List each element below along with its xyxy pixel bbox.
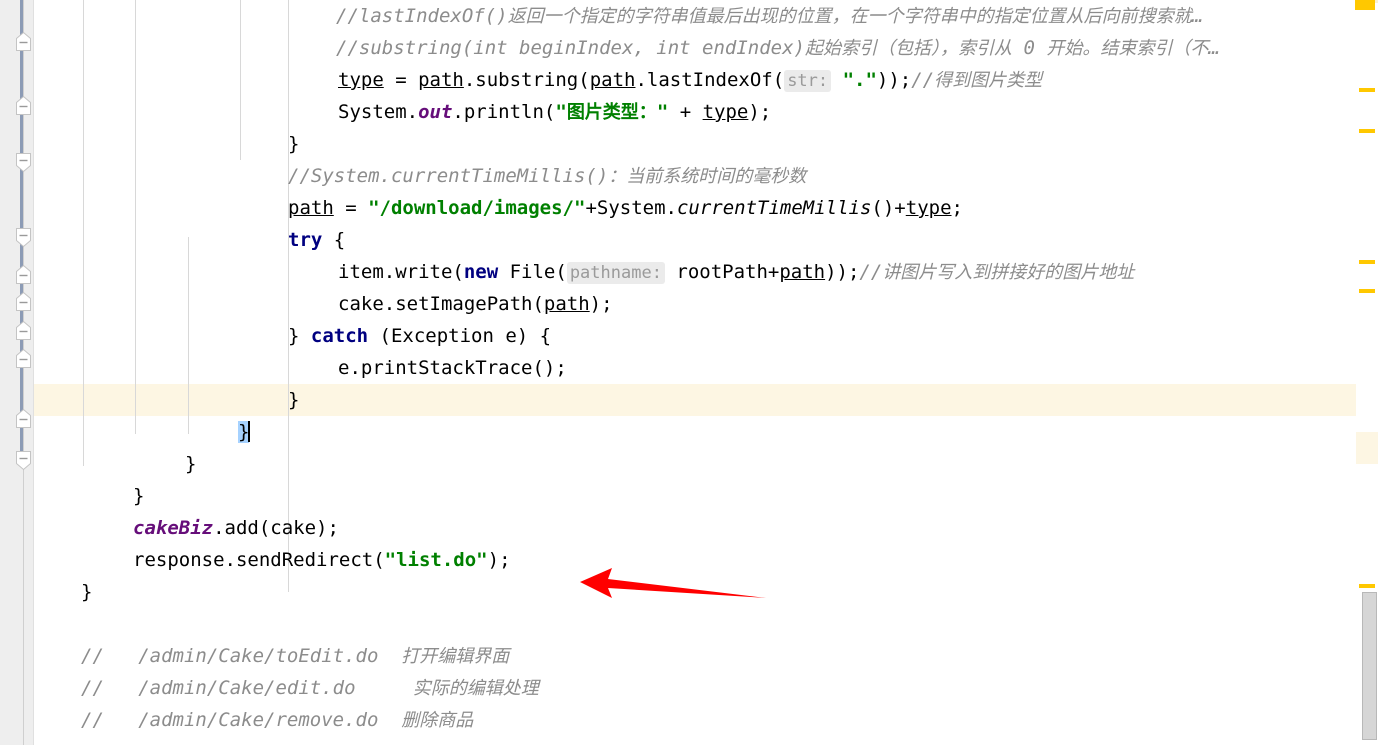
indent-guide-1 <box>83 0 84 466</box>
line-comment-toedit[interactable]: // /admin/Cake/toEdit.do 打开编辑界面 <box>81 640 509 672</box>
line-catch[interactable]: } catch (Exception e) { <box>288 320 551 352</box>
fold-marker-expanded-2[interactable] <box>13 95 34 116</box>
line-close-brace-1[interactable]: } <box>288 128 299 160</box>
fold-marker-expanded-3[interactable] <box>13 264 34 285</box>
line-comment-currenttimemillis[interactable]: //System.currentTimeMillis()：当前系统时间的毫秒数 <box>288 160 806 192</box>
fold-marker-expanded-5[interactable] <box>13 320 34 341</box>
line-close-brace-3[interactable]: } <box>185 448 196 480</box>
indent-guide-3 <box>188 237 189 434</box>
stripe-warning-5[interactable] <box>1359 289 1375 293</box>
parameter-hint: str: <box>784 70 832 92</box>
editor-text-area[interactable]: //lastIndexOf()返回一个指定的字符串值最后出现的位置，在一个字符串… <box>34 0 1356 745</box>
line-sysout-println[interactable]: System.out.println("图片类型：" + type); <box>338 96 771 128</box>
line-close-brace-5[interactable]: } <box>81 576 92 608</box>
line-cakebiz-add[interactable]: cakeBiz.add(cake); <box>133 512 339 544</box>
stripe-warning-2[interactable] <box>1359 88 1375 92</box>
line-comment-substring[interactable]: //substring(int beginIndex, int endIndex… <box>336 32 1220 64</box>
fold-marker-expanded-1[interactable] <box>13 31 34 52</box>
code-editor-window: //lastIndexOf()返回一个指定的字符串值最后出现的位置，在一个字符串… <box>0 0 1378 745</box>
current-line-highlight <box>34 384 1356 416</box>
line-comment-remove[interactable]: // /admin/Cake/remove.do 删除商品 <box>81 704 473 736</box>
fold-marker-collapsed-2[interactable] <box>13 227 34 248</box>
indent-guide-2 <box>135 0 136 434</box>
fold-marker-expanded-4[interactable] <box>13 291 34 312</box>
line-type-assign[interactable]: type = path.substring(path.lastIndexOf(s… <box>338 64 1042 96</box>
error-stripe-marker-bar[interactable] <box>1355 0 1378 745</box>
line-printstacktrace[interactable]: e.printStackTrace(); <box>338 352 567 384</box>
fold-marker-expanded-6[interactable] <box>13 348 34 369</box>
line-path-assign[interactable]: path = "/download/images/"+System.curren… <box>288 192 963 224</box>
line-try[interactable]: try { <box>288 224 345 256</box>
line-close-brace-selected[interactable]: } <box>238 416 251 448</box>
vertical-scrollbar-thumb[interactable] <box>1362 592 1377 740</box>
stripe-warning-4[interactable] <box>1359 260 1375 264</box>
line-comment-edit[interactable]: // /admin/Cake/edit.do 实际的编辑处理 <box>81 672 539 704</box>
line-close-brace-2[interactable]: } <box>288 384 299 416</box>
parameter-hint: pathname: <box>566 262 665 284</box>
stripe-warning-6[interactable] <box>1359 584 1375 588</box>
line-sendredirect[interactable]: response.sendRedirect("list.do"); <box>133 544 511 576</box>
stripe-caret-line-mark <box>1356 432 1378 464</box>
line-comment-lastindexof[interactable]: //lastIndexOf()返回一个指定的字符串值最后出现的位置，在一个字符串… <box>336 0 1203 32</box>
fold-marker-collapsed-1[interactable] <box>13 152 34 173</box>
indent-guide-4 <box>240 0 241 160</box>
fold-marker-bottom-1[interactable] <box>13 450 34 471</box>
stripe-warning-3[interactable] <box>1359 129 1375 133</box>
line-setimagepath[interactable]: cake.setImagePath(path); <box>338 288 613 320</box>
line-close-brace-4[interactable]: } <box>133 480 144 512</box>
fold-marker-expanded-7[interactable] <box>13 408 34 429</box>
text-caret <box>248 421 251 442</box>
stripe-warning-1[interactable] <box>1355 0 1375 10</box>
line-item-write[interactable]: item.write(new File(pathname: rootPath+p… <box>338 256 1134 288</box>
indent-guide-5 <box>288 0 289 592</box>
